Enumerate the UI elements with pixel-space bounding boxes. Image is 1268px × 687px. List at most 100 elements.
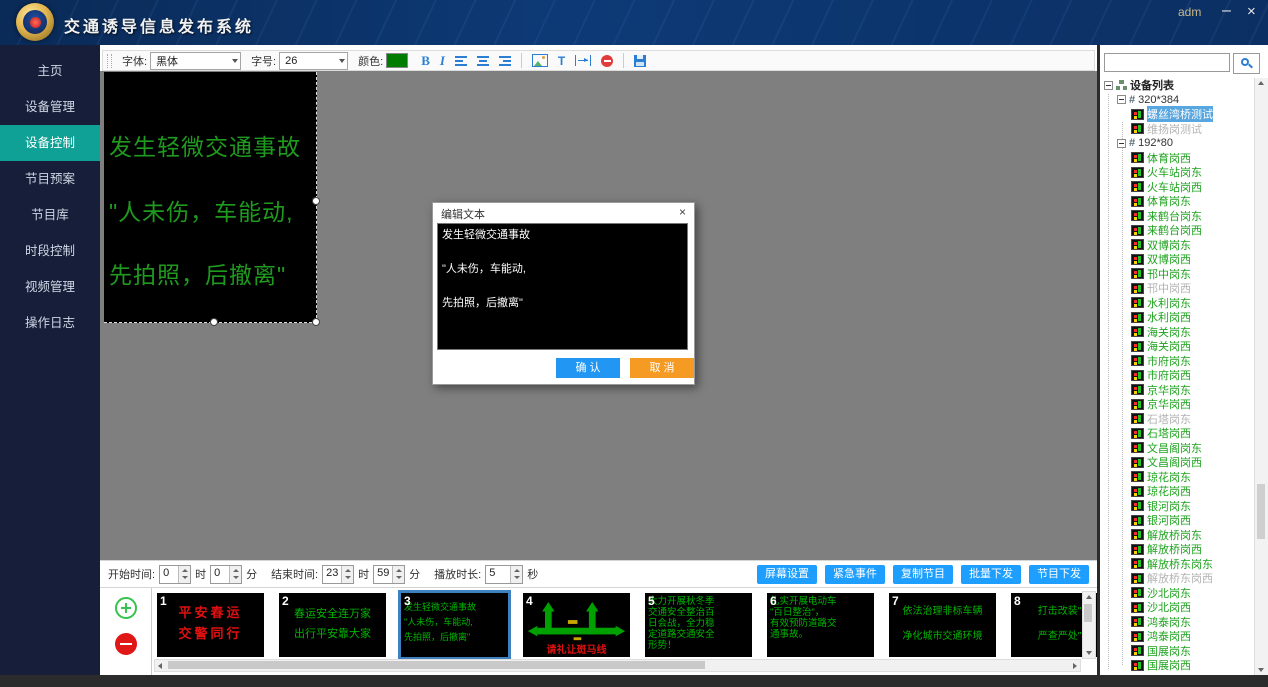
tree-device-item[interactable]: 文昌阁岗西	[1102, 455, 1254, 470]
scrollbar-thumb[interactable]	[1257, 484, 1265, 539]
strip-vertical-scrollbar[interactable]	[1082, 591, 1096, 659]
clear-icon[interactable]	[601, 55, 613, 67]
tree-device-item[interactable]: 银河岗西	[1102, 513, 1254, 528]
scrollbar-thumb[interactable]	[1084, 604, 1092, 622]
insert-image-icon[interactable]	[532, 54, 548, 67]
bold-icon[interactable]: B	[421, 53, 430, 69]
start-minute-input[interactable]: 0	[210, 565, 242, 584]
tree-device-item[interactable]: 解放桥岗西	[1102, 542, 1254, 557]
expander-icon[interactable]	[1117, 95, 1126, 104]
tree-device-item[interactable]: 水利岗东	[1102, 296, 1254, 311]
sidebar-item-operation-log[interactable]: 操作日志	[0, 305, 100, 341]
tree-device-item[interactable]: 解放桥东岗西	[1102, 571, 1254, 586]
scroll-down-icon[interactable]	[1258, 668, 1264, 672]
tree-device-item[interactable]: 沙北岗东	[1102, 586, 1254, 601]
program-send-button[interactable]: 节目下发	[1029, 565, 1089, 584]
tree-device-item[interactable]: 海关岗东	[1102, 325, 1254, 340]
tree-device-item[interactable]: 来鹤台岗东	[1102, 209, 1254, 224]
tree-device-item[interactable]: 解放桥岗东	[1102, 528, 1254, 543]
horizontal-scrollbar[interactable]	[154, 659, 1081, 672]
expander-icon[interactable]	[1117, 139, 1126, 148]
sidebar-item-device-manage[interactable]: 设备管理	[0, 89, 100, 125]
confirm-button[interactable]: 确 认	[556, 358, 620, 378]
remove-frame-button[interactable]	[115, 633, 137, 655]
tree-device-item[interactable]: 市府岗东	[1102, 354, 1254, 369]
scrollbar-thumb[interactable]	[168, 661, 705, 669]
add-frame-button[interactable]	[115, 597, 137, 619]
start-minute-spinner[interactable]	[229, 566, 241, 583]
tree-device-item[interactable]: 国展岗东	[1102, 644, 1254, 659]
dialog-close-icon[interactable]: ×	[679, 205, 686, 219]
start-hour-spinner[interactable]	[178, 566, 190, 583]
tree-device-item[interactable]: 琼花岗东	[1102, 470, 1254, 485]
align-left-icon[interactable]	[455, 56, 467, 66]
tree-device-item[interactable]: 鸿泰岗西	[1102, 629, 1254, 644]
sidebar-item-home[interactable]: 主页	[0, 53, 100, 89]
scroll-left-icon[interactable]	[158, 663, 162, 669]
fit-width-icon[interactable]	[575, 55, 591, 66]
sidebar-item-program-plan[interactable]: 节目预案	[0, 161, 100, 197]
search-input[interactable]	[1104, 53, 1230, 72]
toolbar-grip[interactable]	[107, 54, 112, 68]
tree-device-item[interactable]: 邗中岗西	[1102, 281, 1254, 296]
tree-device-item[interactable]: 双博岗西	[1102, 252, 1254, 267]
scroll-down-icon[interactable]	[1086, 651, 1092, 655]
tree-device-item[interactable]: 螺丝湾桥测试	[1102, 107, 1254, 122]
italic-icon[interactable]: I	[440, 53, 445, 69]
end-minute-input[interactable]: 59	[373, 565, 405, 584]
duration-input[interactable]: 5	[485, 565, 523, 584]
sidebar-item-device-control[interactable]: 设备控制	[0, 125, 100, 161]
tree-device-item[interactable]: 双博岗东	[1102, 238, 1254, 253]
end-minute-spinner[interactable]	[392, 566, 404, 583]
insert-text-icon[interactable]: T	[558, 54, 565, 68]
playlist-item[interactable]: 7依法治理非标车辆 净化城市交通环境	[889, 593, 996, 657]
save-icon[interactable]	[634, 55, 646, 67]
tree-device-item[interactable]: 国展岗西	[1102, 658, 1254, 673]
playlist-item[interactable]: 5大力开展秋冬季 交通安全整治百 日会战，全力稳 定道路交通安全 形势！	[645, 593, 752, 657]
duration-spinner[interactable]	[510, 566, 522, 583]
tree-device-item[interactable]: 琼花岗西	[1102, 484, 1254, 499]
sidebar-item-period-control[interactable]: 时段控制	[0, 233, 100, 269]
panel-vertical-scrollbar[interactable]	[1254, 78, 1268, 675]
tree-root[interactable]: 设备列表	[1102, 78, 1254, 93]
close-button[interactable]: ×	[1247, 3, 1256, 20]
tree-device-item[interactable]: 市府岗西	[1102, 368, 1254, 383]
tree-device-item[interactable]: 京华岗西	[1102, 397, 1254, 412]
tree-device-item[interactable]: 体育岗东	[1102, 194, 1254, 209]
align-center-icon[interactable]	[477, 56, 489, 66]
expander-icon[interactable]	[1104, 81, 1113, 90]
design-canvas[interactable]: 发生轻微交通事故 "人未伤，车能动, 先拍照，后撤离" 编辑文本 × 发生轻微交…	[100, 71, 1097, 560]
tree-device-item[interactable]: 京华岗东	[1102, 383, 1254, 398]
cancel-button[interactable]: 取 消	[630, 358, 694, 378]
resize-handle-right[interactable]	[312, 197, 320, 205]
dialog-textarea[interactable]: 发生轻微交通事故 "人未伤，车能动, 先拍照，后撤离"	[437, 223, 688, 350]
copy-program-button[interactable]: 复制节目	[893, 565, 953, 584]
resize-handle-corner[interactable]	[312, 318, 320, 326]
playlist-item[interactable]: 4请礼让斑马线	[523, 593, 630, 657]
tree-device-item[interactable]: 邗中岗东	[1102, 267, 1254, 282]
start-hour-input[interactable]: 0	[159, 565, 191, 584]
color-swatch[interactable]	[386, 53, 408, 68]
align-right-icon[interactable]	[499, 56, 511, 66]
tree-device-item[interactable]: 石塔岗西	[1102, 426, 1254, 441]
tree-device-item[interactable]: 鸿泰岗东	[1102, 615, 1254, 630]
tree-device-item[interactable]: 石塔岗东	[1102, 412, 1254, 427]
emergency-event-button[interactable]: 紧急事件	[825, 565, 885, 584]
scroll-up-icon[interactable]	[1086, 595, 1092, 599]
screen-settings-button[interactable]: 屏幕设置	[757, 565, 817, 584]
playlist-item[interactable]: 6扎实开展电动车 "百日整治"， 有效预防道路交 通事故。	[767, 593, 874, 657]
scroll-right-icon[interactable]	[1073, 663, 1077, 669]
batch-send-button[interactable]: 批量下发	[961, 565, 1021, 584]
tree-group[interactable]: #320*384	[1102, 93, 1254, 108]
sidebar-item-program-library[interactable]: 节目库	[0, 197, 100, 233]
tree-device-item[interactable]: 海关岗西	[1102, 339, 1254, 354]
playlist-item[interactable]: 1平安春运 交警同行	[157, 593, 264, 657]
resize-handle-bottom[interactable]	[210, 318, 218, 326]
led-preview-panel[interactable]: 发生轻微交通事故 "人未伤，车能动, 先拍照，后撤离"	[104, 72, 317, 323]
playlist-item[interactable]: 3发生轻微交通事故 "人未伤，车能动, 先拍照，后撤离"	[401, 593, 508, 657]
tree-device-item[interactable]: 文昌阁岗东	[1102, 441, 1254, 456]
sidebar-item-video-manage[interactable]: 视频管理	[0, 269, 100, 305]
end-hour-spinner[interactable]	[341, 566, 353, 583]
search-button[interactable]	[1233, 53, 1260, 74]
tree-group[interactable]: #192*80	[1102, 136, 1254, 151]
